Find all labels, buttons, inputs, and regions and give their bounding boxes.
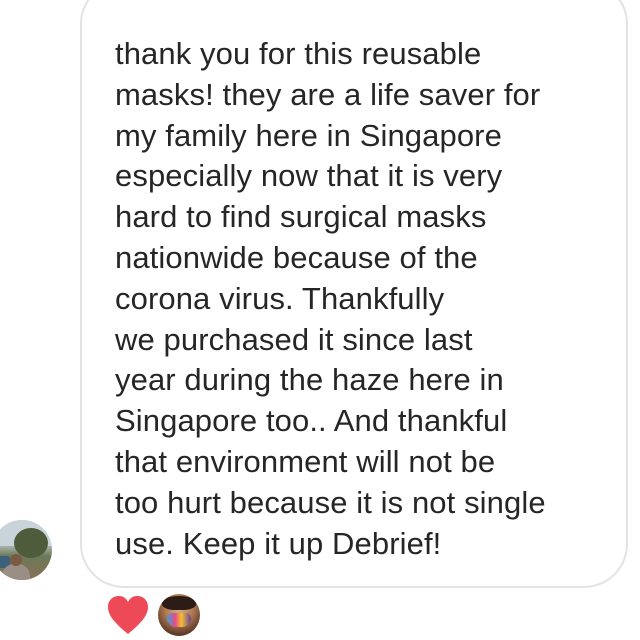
heart-icon[interactable] — [106, 594, 150, 636]
reactor-avatar[interactable] — [158, 594, 200, 636]
message-bubble[interactable]: thank you for this reusable masks! they … — [80, 0, 628, 588]
avatar-person-body — [2, 564, 30, 580]
avatar-person-head — [10, 554, 22, 566]
reactor-mask — [167, 613, 191, 627]
reactor-hair — [162, 596, 196, 610]
message-text: thank you for this reusable masks! they … — [115, 36, 546, 561]
avatar-tree — [14, 528, 48, 558]
message-thread: thank you for this reusable masks! they … — [0, 0, 640, 640]
sender-avatar[interactable] — [0, 520, 52, 580]
